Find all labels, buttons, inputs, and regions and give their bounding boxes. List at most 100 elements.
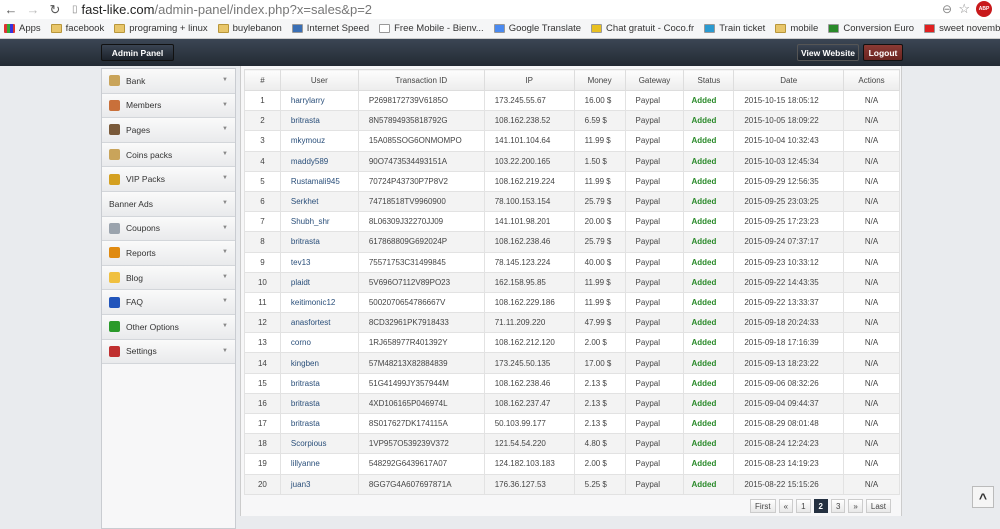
transaction-id: 15A085SOG6ONMOMPO	[357, 130, 485, 152]
gateway: Paypal	[624, 312, 685, 334]
bookmark-item[interactable]: Chat gratuit - Coco.fr	[591, 23, 694, 34]
chevron-down-icon: ▼	[222, 249, 228, 256]
actions: N/A	[843, 453, 900, 475]
status-badge: Added	[683, 392, 735, 415]
address-bar[interactable]: ▯ fast-like.com/admin-panel/index.php?x=s…	[72, 1, 950, 18]
date: 2015-08-22 15:15:26	[733, 473, 845, 495]
user-link[interactable]: juan3	[279, 473, 359, 495]
user-link[interactable]: britrasta	[279, 231, 359, 253]
column-header[interactable]: Transaction ID	[357, 69, 485, 91]
user-link[interactable]: Shubh_shr	[279, 211, 359, 233]
page-first-button[interactable]: First	[750, 499, 776, 513]
logout-button[interactable]: Logout	[863, 44, 903, 61]
bookmark-item[interactable]: facebook	[50, 23, 104, 34]
row-number: 19	[244, 453, 281, 475]
sidebar-item-blog[interactable]: Blog ▼	[102, 265, 235, 291]
back-icon[interactable]: ←	[0, 2, 22, 17]
gateway: Paypal	[624, 271, 685, 293]
chevron-down-icon: ▼	[222, 298, 228, 305]
chevron-down-icon: ▼	[222, 199, 228, 206]
view-website-button[interactable]: View Website	[797, 44, 859, 61]
zoom-icon[interactable]: ⊖	[942, 2, 952, 16]
sidebar-item-banner-ads[interactable]: Banner Ads ▼	[102, 191, 235, 217]
status-badge: Added	[683, 130, 735, 152]
user-link[interactable]: Serkhet	[279, 190, 359, 213]
table-row: 13 corno 1RJ658977R401392Y 108.162.212.120 2…	[244, 332, 900, 354]
sidebar-item-reports[interactable]: Reports ▼	[102, 241, 235, 266]
sidebar-item-other-options[interactable]: Other Options ▼	[102, 314, 235, 340]
user-link[interactable]: kingben	[279, 352, 359, 374]
table-row: 2 britrasta 8N57894935818792G 108.162.238.5…	[244, 110, 900, 132]
bookmark-item[interactable]: Free Mobile - Bienv...	[379, 23, 484, 34]
user-link[interactable]: britrasta	[279, 110, 359, 132]
bookmark-item[interactable]: programing + linux	[114, 23, 208, 34]
date: 2015-10-04 10:32:43	[733, 130, 845, 152]
user-link[interactable]: keitimonic12	[279, 291, 359, 314]
user-link[interactable]: maddy589	[279, 150, 359, 172]
actions: N/A	[843, 251, 900, 273]
row-number: 15	[244, 372, 281, 394]
user-link[interactable]: tev13	[279, 251, 359, 273]
page-2-button[interactable]: 2	[813, 499, 828, 513]
user-link[interactable]: plaidt	[279, 271, 359, 293]
user-link[interactable]: corno	[279, 332, 359, 354]
sidebar-item-faq[interactable]: FAQ ▼	[102, 290, 235, 315]
row-number: 14	[244, 352, 281, 374]
bookmark-item[interactable]: Internet Speed	[291, 23, 369, 34]
sidebar-item-members[interactable]: Members ▼	[102, 93, 235, 119]
column-header[interactable]: Gateway	[624, 69, 685, 91]
bookmark-item[interactable]: mobile	[775, 23, 818, 34]
user-link[interactable]: Scorpious	[279, 433, 359, 455]
bookmark-item[interactable]: sweet november ... w...	[924, 23, 1000, 34]
bookmark-item[interactable]: Apps	[4, 23, 41, 34]
user-link[interactable]: lillyanne	[279, 453, 359, 475]
adblock-icon[interactable]: ABP	[976, 1, 992, 17]
user-link[interactable]: mkymouz	[279, 130, 359, 152]
user-link[interactable]: anasfortest	[279, 312, 359, 334]
sidebar-item-vip-packs[interactable]: VIP Packs ▼	[102, 167, 235, 192]
forward-icon[interactable]: →	[22, 2, 44, 17]
column-header[interactable]: Date	[733, 69, 845, 91]
user-link[interactable]: harrylarry	[279, 89, 359, 112]
pages-icon	[109, 124, 120, 136]
sidebar-item-bank[interactable]: Bank ▼	[102, 69, 235, 94]
admin-panel-button[interactable]: Admin Panel	[101, 44, 174, 61]
bookmark-item[interactable]: buylebanon	[217, 23, 282, 34]
url-host: fast-like.com	[81, 2, 155, 17]
user-link[interactable]: britrasta	[279, 412, 359, 435]
page-1-button[interactable]: 1	[796, 499, 811, 513]
user-link[interactable]: britrasta	[279, 372, 359, 394]
column-header[interactable]: Actions	[843, 69, 900, 91]
sidebar-item-pages[interactable]: Pages ▼	[102, 118, 235, 143]
reload-icon[interactable]: ↻	[44, 2, 66, 18]
transaction-id: 8CD32961PK7918433	[357, 312, 485, 334]
bookmark-item[interactable]: Google Translate	[493, 23, 581, 34]
actions: N/A	[843, 332, 900, 354]
table-row: 5 Rustamali945 70724P43730P7P8V2 108.162.21…	[244, 170, 900, 192]
date: 2015-09-22 14:43:35	[733, 271, 845, 293]
sidebar-item-settings[interactable]: Settings ▼	[102, 339, 235, 365]
column-header[interactable]: Money	[573, 69, 626, 91]
bookmark-label: mobile	[790, 23, 819, 34]
gateway: Paypal	[624, 332, 685, 354]
sidebar-item-coupons[interactable]: Coupons ▼	[102, 216, 235, 242]
user-link[interactable]: britrasta	[279, 392, 359, 415]
sidebar-item-coins-packs[interactable]: Coins packs ▼	[102, 142, 235, 168]
page-prev-button[interactable]: «	[778, 499, 794, 513]
column-header[interactable]: #	[244, 69, 281, 91]
column-header[interactable]: IP	[483, 69, 575, 91]
bookmark-star-icon[interactable]: ☆	[958, 1, 970, 17]
page-3-button[interactable]: 3	[830, 499, 846, 513]
user-link[interactable]: Rustamali945	[279, 170, 359, 192]
column-header[interactable]: Status	[683, 69, 735, 91]
column-header[interactable]: User	[279, 69, 359, 91]
other-options-icon	[109, 321, 120, 333]
scroll-to-top-button[interactable]: ^	[972, 486, 994, 508]
page-last-button[interactable]: Last	[865, 499, 891, 513]
bookmark-item[interactable]: Conversion Euro	[828, 23, 914, 34]
bookmark-item[interactable]: Train ticket	[704, 23, 765, 34]
gateway: Paypal	[624, 231, 685, 253]
table-row: 20 juan3 8GG7G4A607697871A 176.36.127.53 5.2…	[244, 473, 900, 495]
page-next-button[interactable]: »	[848, 499, 863, 513]
gateway: Paypal	[624, 433, 685, 455]
